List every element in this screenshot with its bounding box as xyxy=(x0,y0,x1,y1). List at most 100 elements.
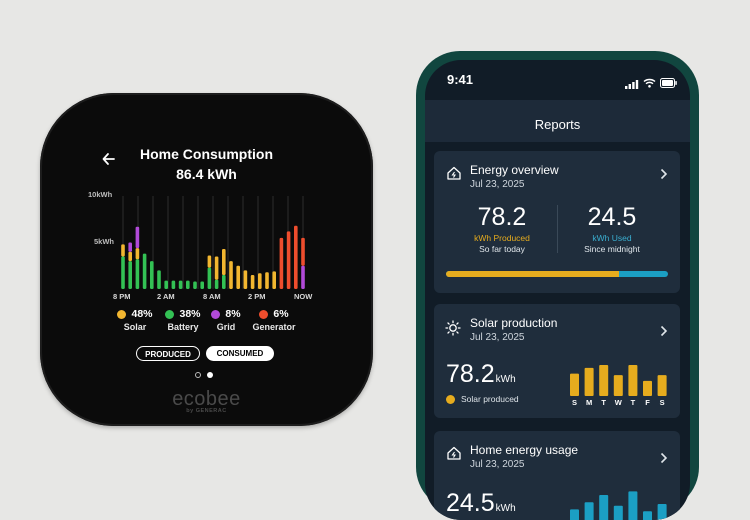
weekly-bar xyxy=(628,491,638,520)
weekday-label: W xyxy=(614,398,622,407)
usage-weekly-chart xyxy=(570,491,667,520)
solar-legend-dot-icon xyxy=(446,395,455,404)
cellular-signal-icon xyxy=(625,76,639,94)
x-tick-label: 2 AM xyxy=(157,292,175,301)
x-tick-label: NOW xyxy=(294,292,313,301)
usage-value: 24.5 xyxy=(446,489,495,517)
weekly-bar xyxy=(570,373,579,396)
produced-subtext: So far today xyxy=(479,244,525,254)
weekly-bar xyxy=(584,367,594,396)
weekly-bar xyxy=(657,375,667,396)
chart-bar-solar xyxy=(243,270,248,289)
weekly-bar xyxy=(570,509,579,520)
chart-bar-solar xyxy=(128,251,132,262)
page-indicator-dot[interactable] xyxy=(195,372,201,378)
card-date: Jul 23, 2025 xyxy=(470,459,525,470)
chart-bar-battery xyxy=(207,267,212,289)
weekly-bar xyxy=(613,375,623,396)
chart-bar-battery xyxy=(171,280,176,289)
battery-dot-icon xyxy=(165,309,175,319)
solar-weekly-chart xyxy=(570,365,667,396)
x-tick-label: 2 PM xyxy=(248,292,266,301)
chart-bar-battery xyxy=(193,281,197,289)
weekly-bar xyxy=(584,502,594,520)
weekly-bar xyxy=(657,504,667,520)
weekday-label: T xyxy=(601,398,606,407)
home-energy-icon xyxy=(446,165,462,186)
chart-bar-grid xyxy=(128,242,132,252)
card-title: Energy overview xyxy=(470,163,559,177)
chart-bar-grid xyxy=(135,226,140,249)
chart-bar-battery xyxy=(121,256,125,289)
sun-icon xyxy=(445,320,461,341)
chart-bar-battery xyxy=(150,261,154,289)
produced-toggle-button[interactable]: PRODUCED xyxy=(136,346,200,361)
chart-bar-generator xyxy=(301,237,305,266)
card-date: Jul 23, 2025 xyxy=(470,179,525,190)
chart-bar-battery xyxy=(164,280,168,289)
solar-value: 78.2 xyxy=(446,360,495,388)
chart-bar-solar xyxy=(135,248,140,260)
weekday-labels: SMTWTFS xyxy=(570,398,670,408)
phone-device: 9:41 Reports Energy overview Jul 23, 202… xyxy=(416,51,699,520)
solar-dot-icon xyxy=(117,309,127,319)
usage-unit: kWh xyxy=(495,503,516,514)
home-energy-icon xyxy=(446,445,462,466)
weekday-label: S xyxy=(571,398,577,407)
page-title: Reports xyxy=(534,117,581,132)
weekly-bar xyxy=(643,511,652,520)
thermostat-device: Home Consumption 86.4 kWh 10kWh 5kWh 8 P… xyxy=(40,93,373,426)
chart-bar-solar xyxy=(229,261,233,289)
produced-unit: kWh Produced xyxy=(474,233,530,243)
chart-bar-generator xyxy=(294,225,298,289)
chevron-right-icon[interactable] xyxy=(660,324,668,340)
chevron-right-icon[interactable] xyxy=(660,451,668,467)
generator-dot-icon xyxy=(259,309,269,319)
chart-bar-battery xyxy=(214,279,219,289)
wifi-icon xyxy=(643,75,656,93)
weekly-bar xyxy=(643,380,652,396)
chart-bar-grid xyxy=(301,265,305,289)
page-indicator-dot-active[interactable] xyxy=(207,372,213,378)
chart-bar-solar xyxy=(265,272,269,289)
chart-bar-battery xyxy=(222,275,226,289)
chart-bar-solar xyxy=(236,265,240,289)
chevron-right-icon[interactable] xyxy=(660,167,668,183)
weekday-label: M xyxy=(585,398,593,407)
grid-dot-icon xyxy=(211,309,221,319)
chart-bar-solar xyxy=(222,249,226,276)
used-unit: kWh Used xyxy=(592,233,632,243)
solar-production-card[interactable]: Solar production Jul 23, 2025 78.2kWh So… xyxy=(434,304,680,418)
used-value: 24.5 xyxy=(587,203,637,231)
x-tick-label: 8 PM xyxy=(113,292,131,301)
chart-bar-battery xyxy=(142,253,147,289)
card-title: Home energy usage xyxy=(470,443,579,457)
chart-bar-solar xyxy=(121,244,125,257)
weekly-bar xyxy=(613,505,623,520)
status-bar-time: 9:41 xyxy=(447,72,474,87)
weekly-bar xyxy=(628,365,638,396)
chart-bar-battery xyxy=(157,270,161,289)
battery-icon xyxy=(660,75,677,93)
chart-bar-solar xyxy=(272,271,276,289)
card-date: Jul 23, 2025 xyxy=(470,332,525,343)
energy-ratio-bar xyxy=(446,271,668,277)
divider xyxy=(557,205,558,253)
chart-bar-solar xyxy=(207,255,212,268)
used-subtext: Since midnight xyxy=(584,244,640,254)
chart-bar-battery xyxy=(200,281,204,289)
x-tick-label: 8 AM xyxy=(203,292,221,301)
solar-legend-label: Solar produced xyxy=(461,394,519,404)
legend-generator: 6% Generator xyxy=(252,308,296,332)
card-title: Solar production xyxy=(470,316,558,330)
legend-grid: 8% Grid xyxy=(206,308,246,332)
chart-bar-solar xyxy=(258,273,262,289)
home-energy-usage-card[interactable]: Home energy usage Jul 23, 2025 24.5kWh xyxy=(434,431,680,520)
chart-bar-battery xyxy=(128,261,132,289)
weekday-label: F xyxy=(645,398,650,407)
legend-solar: 48% Solar xyxy=(112,308,158,332)
consumed-toggle-button[interactable]: CONSUMED xyxy=(206,346,274,361)
solar-value-group: 78.2kWh xyxy=(446,360,516,389)
energy-overview-card[interactable]: Energy overview Jul 23, 2025 78.2 kWh Pr… xyxy=(434,151,680,293)
weekday-label: S xyxy=(659,398,665,407)
